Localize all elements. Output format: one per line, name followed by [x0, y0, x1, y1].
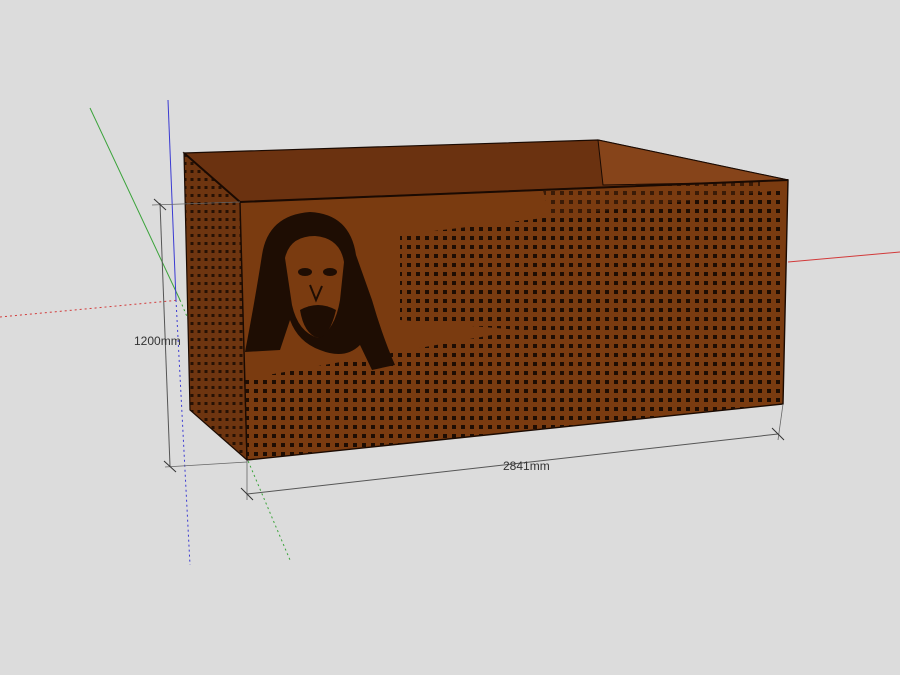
green-axis [89, 107, 181, 301]
width-dimension-label: 2841mm [503, 459, 550, 473]
perforated-planter-box[interactable] [182, 139, 800, 470]
red-axis [0, 299, 181, 318]
blue-axis [167, 99, 177, 301]
back-wall-inner-face [597, 139, 789, 186]
3d-viewport[interactable]: 1200mm 2841mm [0, 0, 900, 675]
height-dimension-label: 1200mm [134, 334, 181, 348]
red-axis-solid [787, 251, 900, 263]
